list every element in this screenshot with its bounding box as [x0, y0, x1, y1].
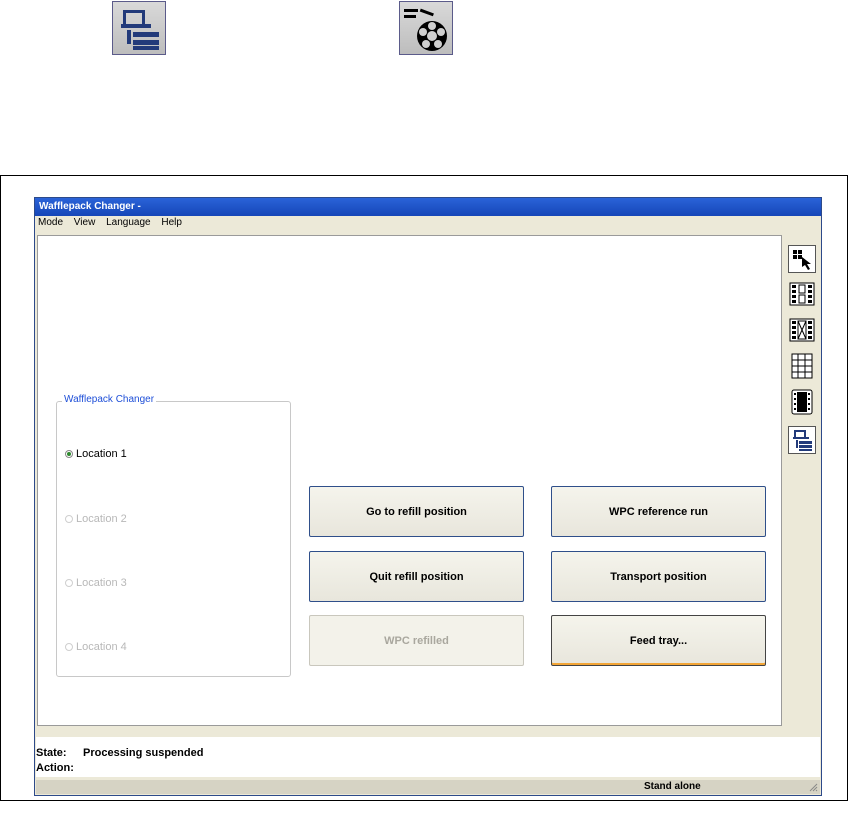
main-panel: Wafflepack Changer Location 1 Location 2… — [37, 235, 782, 726]
location-4-label: Location 4 — [76, 641, 127, 653]
location-1-radio[interactable]: Location 1 — [65, 448, 127, 460]
wafflepack-changer-tool-icon[interactable] — [788, 426, 816, 454]
menu-mode[interactable]: Mode — [38, 217, 63, 228]
app-window: Wafflepack Changer - Mode View Language … — [34, 197, 822, 796]
quit-refill-button[interactable]: Quit refill position — [309, 551, 524, 602]
transport-position-button[interactable]: Transport position — [551, 551, 766, 602]
resize-grip-icon[interactable] — [808, 782, 818, 792]
pick-arrow-icon[interactable] — [788, 245, 816, 273]
film-strip-icon[interactable] — [788, 388, 816, 416]
location-2-radio[interactable]: Location 2 — [65, 513, 127, 525]
radio-indicator — [65, 450, 73, 458]
menu-help[interactable]: Help — [161, 217, 182, 228]
wpc-reference-run-button[interactable]: WPC reference run — [551, 486, 766, 537]
group-title: Wafflepack Changer — [62, 394, 157, 405]
go-to-refill-button[interactable]: Go to refill position — [309, 486, 524, 537]
radio-indicator — [65, 579, 73, 587]
state-value: Processing suspended — [83, 747, 204, 759]
window-title: Wafflepack Changer - — [35, 198, 821, 216]
menu-view[interactable]: View — [74, 217, 96, 228]
action-label: Action: — [36, 762, 74, 774]
action-row: Action: — [36, 762, 83, 774]
menu-bar: Mode View Language Help — [35, 216, 821, 230]
feeder-reel-icon — [399, 1, 453, 55]
radio-indicator — [65, 515, 73, 523]
state-label: State: — [36, 747, 67, 759]
tray-grid-icon[interactable] — [788, 352, 816, 380]
right-toolbar — [783, 235, 821, 726]
location-2-label: Location 2 — [76, 513, 127, 525]
radio-indicator — [65, 643, 73, 651]
crossed-grid-icon[interactable] — [788, 316, 816, 344]
location-3-radio[interactable]: Location 3 — [65, 577, 127, 589]
feed-tray-button[interactable]: Feed tray... — [551, 615, 766, 666]
wafflepack-changer-group: Wafflepack Changer Location 1 Location 2… — [56, 394, 291, 677]
status-panel: State: Processing suspended Action: — [36, 737, 820, 777]
location-4-radio[interactable]: Location 4 — [65, 641, 127, 653]
location-1-label: Location 1 — [76, 448, 127, 460]
grid-layout-icon[interactable] — [788, 280, 816, 308]
wpc-refilled-button[interactable]: WPC refilled — [309, 615, 524, 666]
state-row: State: Processing suspended — [36, 747, 203, 759]
menu-language[interactable]: Language — [106, 217, 151, 228]
status-bar-mode: Stand alone — [644, 781, 701, 792]
wafflepack-changer-icon — [112, 1, 166, 55]
location-3-label: Location 3 — [76, 577, 127, 589]
status-bar: Stand alone — [36, 780, 820, 794]
